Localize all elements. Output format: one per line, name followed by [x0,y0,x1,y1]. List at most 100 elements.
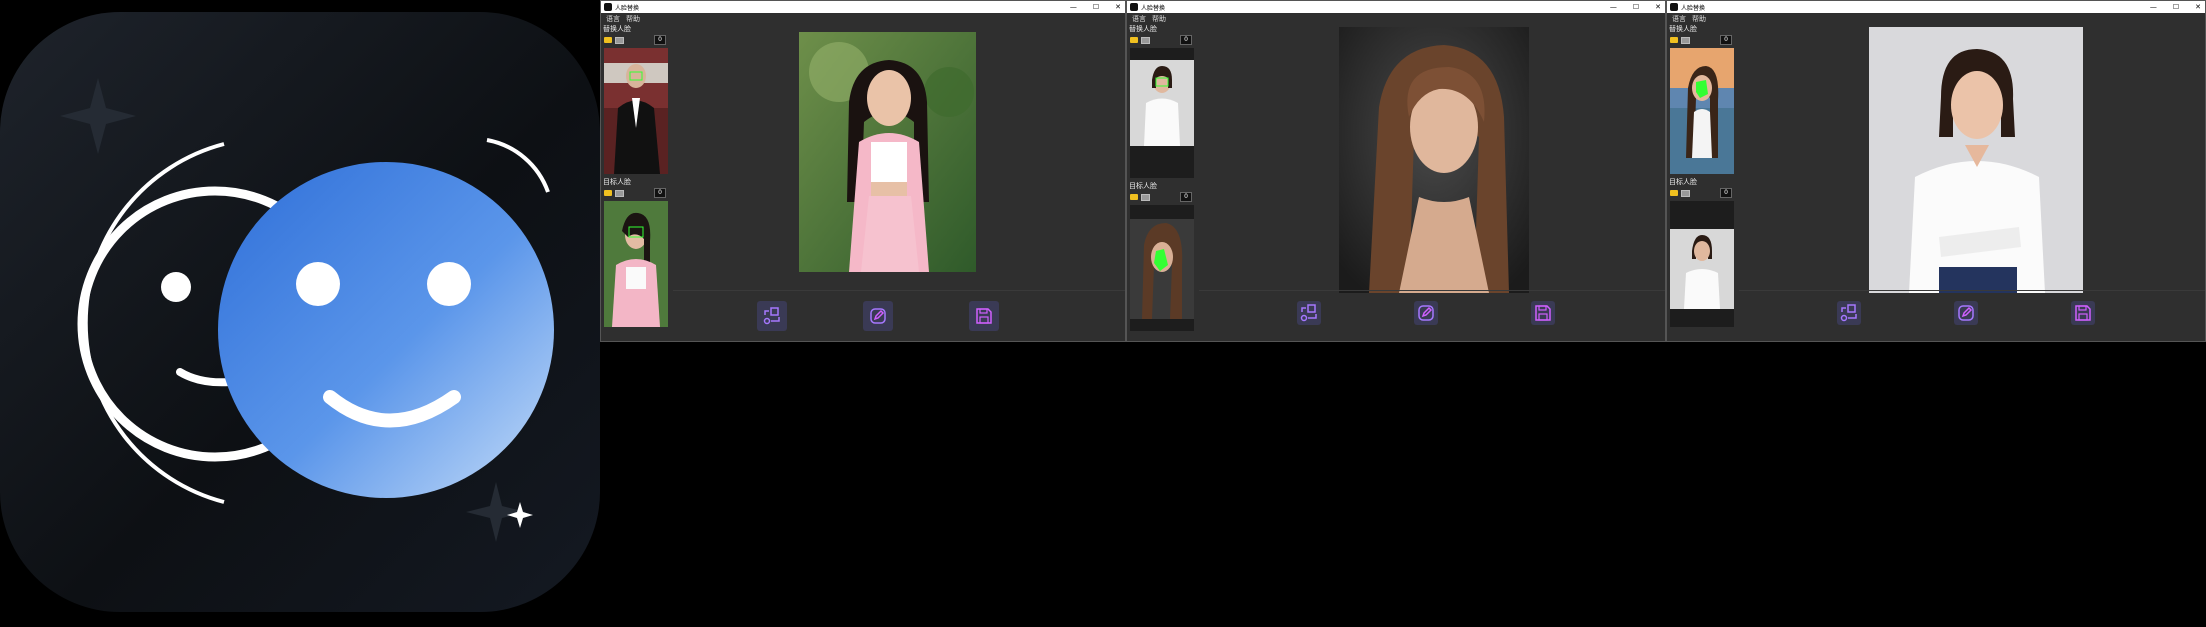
maximize-icon[interactable]: ☐ [1093,3,1099,11]
result-image [1869,27,2083,293]
minimize-icon[interactable]: — [1610,3,1617,11]
minimize-icon[interactable]: — [2150,3,2157,11]
edit-button[interactable] [863,301,893,331]
replace-face-photo [1670,48,1734,174]
menu-language[interactable]: 语言 [606,14,620,24]
menu-help[interactable]: 帮助 [1692,14,1706,24]
target-face-counter[interactable]: 0 [1180,192,1192,202]
target-face-counter[interactable]: 0 [1720,188,1732,198]
folder-icon[interactable] [1130,194,1138,200]
result-photo [799,32,976,272]
sidebar: 替换人脸 0 目标人脸 0 [601,24,671,341]
replace-face-label: 替换人脸 [603,25,631,33]
menu-language[interactable]: 语言 [1132,14,1146,24]
close-icon[interactable]: ✕ [1115,3,1121,11]
menu-bar: 语言 帮助 [1667,13,2205,24]
app-window: 人脸替换 — ☐ ✕ 语言 帮助 替换人脸 0 目标人脸 0 [600,0,1126,342]
app-logo-icon [1130,3,1138,11]
image-icon[interactable] [1681,36,1690,44]
menu-language[interactable]: 语言 [1672,14,1686,24]
image-icon[interactable] [615,189,624,197]
edit-button[interactable] [1954,301,1978,325]
app-window: 人脸替换 — ☐ ✕ 语言 帮助 替换人脸 0 目标人脸 0 [1666,0,2206,342]
window-title: 人脸替换 [1681,4,1706,12]
minimize-icon[interactable]: — [1070,3,1077,11]
main-area [673,24,1125,341]
swap-faces-button[interactable] [1837,301,1861,325]
result-image [1339,27,1529,293]
main-area [1739,24,2205,341]
target-face-thumbnail[interactable] [1130,205,1194,331]
menu-bar: 语言 帮助 [1127,13,1665,24]
image-icon[interactable] [615,36,624,44]
target-face-photo [1130,205,1194,331]
image-icon[interactable] [1141,36,1150,44]
save-icon [1535,305,1551,321]
save-icon [976,308,992,324]
main-area [1199,24,1665,341]
toolbar [1739,290,2205,341]
result-photo [1869,27,2083,293]
target-face-thumbnail[interactable] [1670,201,1734,327]
replace-face-counter[interactable]: 0 [1720,35,1732,45]
app-icon [0,12,600,612]
target-face-counter[interactable]: 0 [654,188,666,198]
replace-face-thumbnail[interactable] [1130,48,1194,178]
result-photo [1339,27,1529,293]
swap-faces-icon [763,307,780,325]
menu-bar: 语言 帮助 [601,13,1125,24]
image-icon[interactable] [1141,193,1150,201]
folder-icon[interactable] [604,190,612,196]
swap-faces-button[interactable] [757,301,787,331]
app-window: 人脸替换 — ☐ ✕ 语言 帮助 替换人脸 0 目标人脸 0 [1126,0,1666,342]
result-image [799,32,976,272]
app-logo-icon [604,3,612,11]
toolbar [1199,290,1665,341]
edit-icon [1418,305,1434,321]
folder-icon[interactable] [604,37,612,43]
save-button[interactable] [969,301,999,331]
target-face-label: 目标人脸 [1669,178,1697,186]
window-title: 人脸替换 [615,4,640,12]
replace-face-label: 替换人脸 [1129,25,1157,33]
maximize-icon[interactable]: ☐ [1633,3,1639,11]
swap-faces-icon [1840,304,1857,322]
target-face-label: 目标人脸 [1129,182,1157,190]
toolbar [673,290,1125,341]
save-button[interactable] [2071,301,2095,325]
swap-faces-button[interactable] [1297,301,1321,325]
replace-face-label: 替换人脸 [1669,25,1697,33]
app-logo-icon [1670,3,1678,11]
title-bar: 人脸替换 — ☐ ✕ [1667,1,2205,13]
replace-face-thumbnail[interactable] [1670,48,1734,174]
title-bar: 人脸替换 — ☐ ✕ [1127,1,1665,13]
sidebar: 替换人脸 0 目标人脸 0 [1127,24,1197,341]
maximize-icon[interactable]: ☐ [2173,3,2179,11]
target-face-photo [1670,201,1734,327]
face-swap-logo-icon [60,78,554,542]
menu-help[interactable]: 帮助 [1152,14,1166,24]
edit-button[interactable] [1414,301,1438,325]
menu-help[interactable]: 帮助 [626,14,640,24]
replace-face-counter[interactable]: 0 [654,35,666,45]
save-icon [2075,305,2091,321]
edit-icon [870,308,886,324]
replace-face-photo [604,48,668,174]
save-button[interactable] [1531,301,1555,325]
replace-face-thumbnail[interactable] [604,48,668,174]
swap-faces-icon [1300,304,1317,322]
edit-icon [1958,305,1974,321]
target-face-photo [604,201,668,327]
image-icon[interactable] [1681,189,1690,197]
target-face-thumbnail[interactable] [604,201,668,327]
close-icon[interactable]: ✕ [1655,3,1661,11]
folder-icon[interactable] [1130,37,1138,43]
window-title: 人脸替换 [1141,4,1166,12]
close-icon[interactable]: ✕ [2195,3,2201,11]
folder-icon[interactable] [1670,37,1678,43]
folder-icon[interactable] [1670,190,1678,196]
replace-face-photo [1130,48,1194,178]
replace-face-counter[interactable]: 0 [1180,35,1192,45]
title-bar: 人脸替换 — ☐ ✕ [601,1,1125,13]
sidebar: 替换人脸 0 目标人脸 0 [1667,24,1737,341]
